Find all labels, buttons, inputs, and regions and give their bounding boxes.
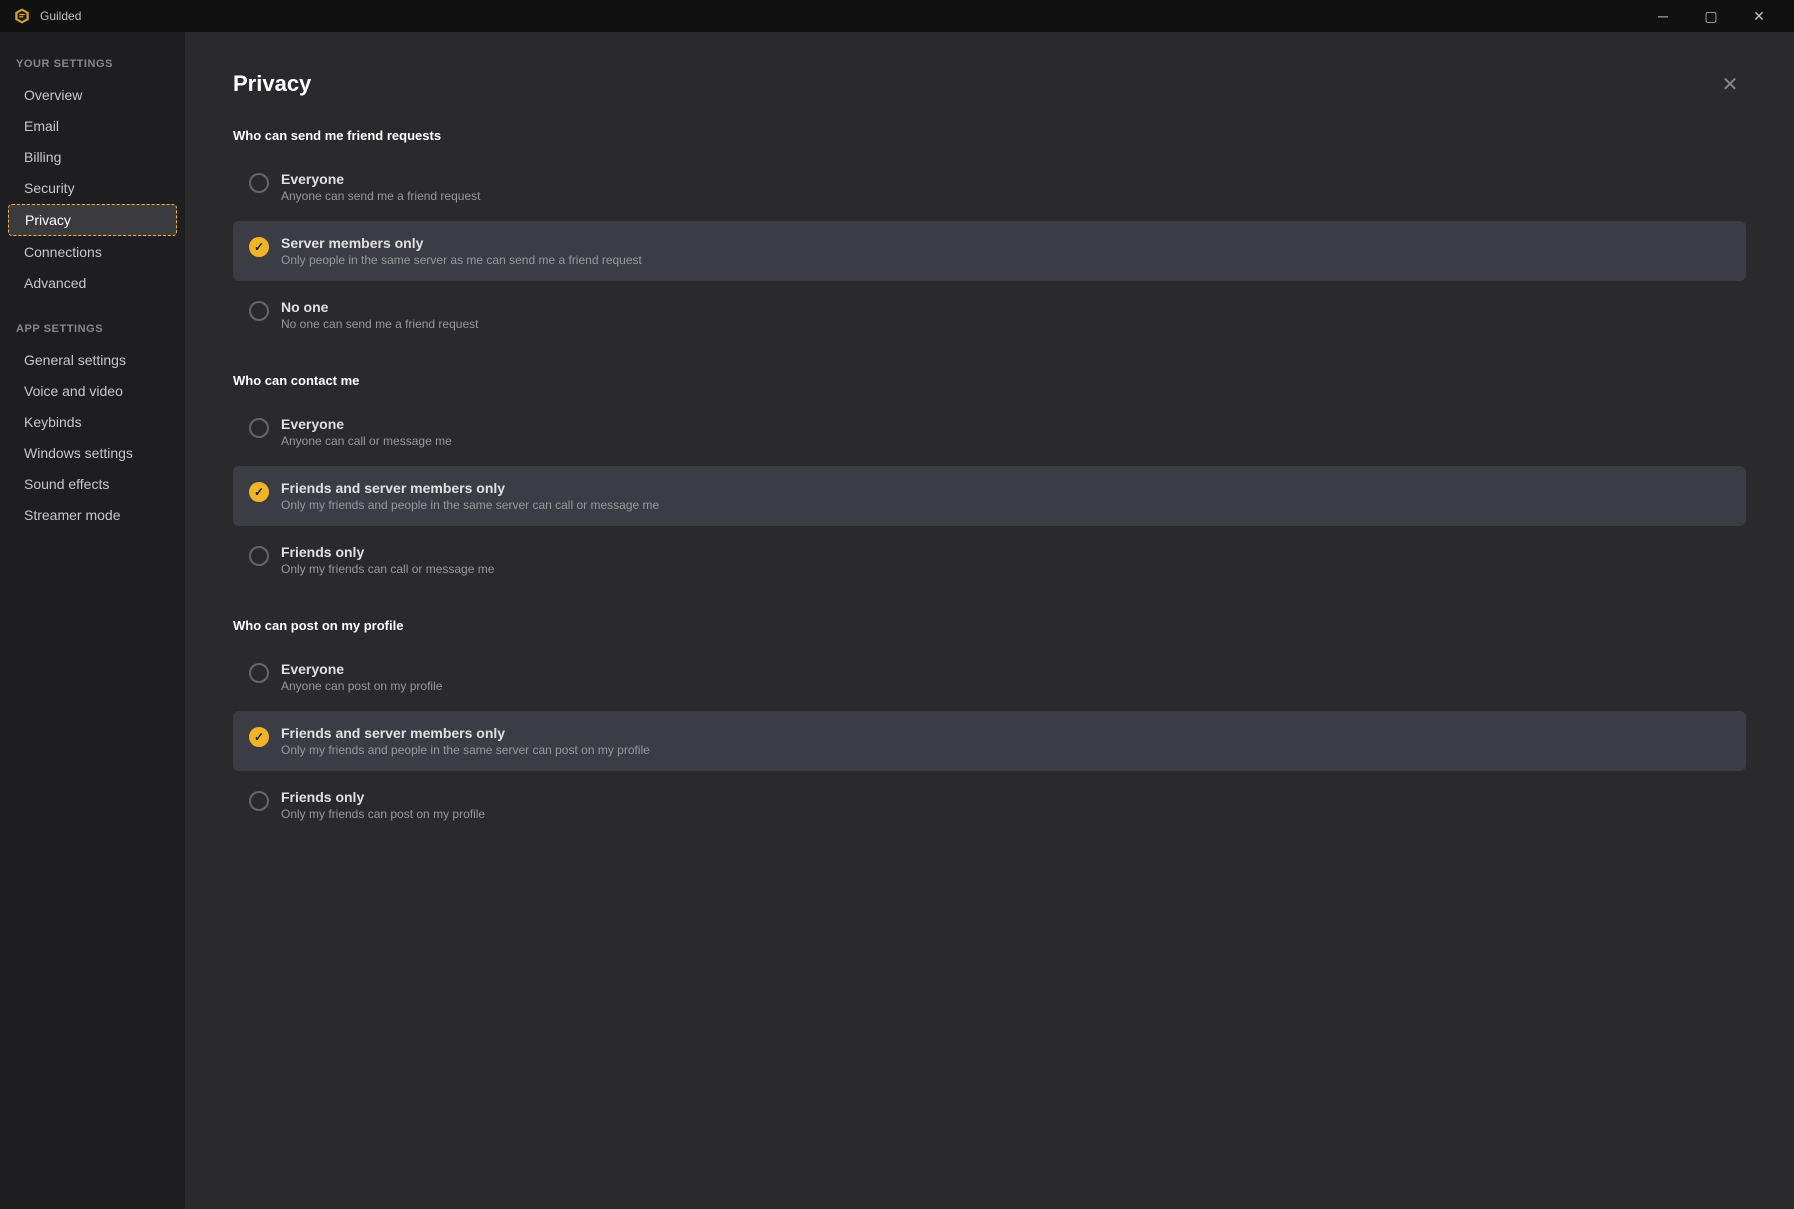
- friend-request-no-one-radio: [249, 301, 269, 321]
- option-title: Friends only: [281, 544, 494, 560]
- option-desc: Only my friends and people in the same s…: [281, 743, 650, 757]
- profile-friends-only-radio: [249, 791, 269, 811]
- sidebar: Your settings Overview Email Billing Sec…: [0, 32, 185, 1209]
- option-title: No one: [281, 299, 478, 315]
- option-desc: Only my friends can post on my profile: [281, 807, 485, 821]
- option-title: Server members only: [281, 235, 642, 251]
- option-desc: Anyone can send me a friend request: [281, 189, 480, 203]
- sidebar-item-email[interactable]: Email: [8, 111, 177, 141]
- guilded-logo-icon: [12, 6, 32, 26]
- option-title: Everyone: [281, 661, 442, 677]
- profile-everyone-radio: [249, 663, 269, 683]
- page-title: Privacy: [233, 71, 311, 97]
- sidebar-item-privacy[interactable]: Privacy: [8, 204, 177, 236]
- your-settings-label: Your settings: [0, 52, 185, 76]
- sidebar-item-streamer-mode[interactable]: Streamer mode: [8, 500, 177, 530]
- option-title: Friends and server members only: [281, 725, 650, 741]
- friend-request-everyone-option[interactable]: Everyone Anyone can send me a friend req…: [233, 157, 1746, 217]
- contact-everyone-radio: [249, 418, 269, 438]
- option-title: Friends and server members only: [281, 480, 659, 496]
- friend-requests-heading: Who can send me friend requests: [233, 128, 1746, 143]
- profile-posts-section: Who can post on my profile Everyone Anyo…: [233, 618, 1746, 835]
- friend-request-everyone-radio: [249, 173, 269, 193]
- profile-everyone-option[interactable]: Everyone Anyone can post on my profile: [233, 647, 1746, 707]
- contact-heading: Who can contact me: [233, 373, 1746, 388]
- option-desc: Only my friends can call or message me: [281, 562, 494, 576]
- contact-everyone-option[interactable]: Everyone Anyone can call or message me: [233, 402, 1746, 462]
- option-title: Everyone: [281, 416, 452, 432]
- minimize-button[interactable]: ─: [1640, 0, 1686, 32]
- sidebar-item-voice-and-video[interactable]: Voice and video: [8, 376, 177, 406]
- option-desc: Only my friends and people in the same s…: [281, 498, 659, 512]
- contact-friends-and-server-radio: ✓: [249, 482, 269, 502]
- page-close-button[interactable]: ✕: [1714, 68, 1746, 100]
- contact-friends-only-radio: [249, 546, 269, 566]
- profile-friends-and-server-radio: ✓: [249, 727, 269, 747]
- option-desc: Anyone can call or message me: [281, 434, 452, 448]
- titlebar-left: Guilded: [12, 6, 81, 26]
- friend-request-server-members-radio: ✓: [249, 237, 269, 257]
- sidebar-item-billing[interactable]: Billing: [8, 142, 177, 172]
- contact-section: Who can contact me Everyone Anyone can c…: [233, 373, 1746, 590]
- sidebar-item-security[interactable]: Security: [8, 173, 177, 203]
- app-settings-label: App settings: [0, 317, 185, 341]
- friend-requests-section: Who can send me friend requests Everyone…: [233, 128, 1746, 345]
- sidebar-item-sound-effects[interactable]: Sound effects: [8, 469, 177, 499]
- sidebar-item-connections[interactable]: Connections: [8, 237, 177, 267]
- profile-friends-only-option[interactable]: Friends only Only my friends can post on…: [233, 775, 1746, 835]
- contact-friends-only-option[interactable]: Friends only Only my friends can call or…: [233, 530, 1746, 590]
- titlebar-title: Guilded: [40, 9, 81, 23]
- main-content: Privacy ✕ Who can send me friend request…: [185, 32, 1794, 1209]
- option-desc: No one can send me a friend request: [281, 317, 478, 331]
- sidebar-item-windows-settings[interactable]: Windows settings: [8, 438, 177, 468]
- friend-request-server-members-option[interactable]: ✓ Server members only Only people in the…: [233, 221, 1746, 281]
- profile-friends-and-server-option[interactable]: ✓ Friends and server members only Only m…: [233, 711, 1746, 771]
- friend-request-no-one-option[interactable]: No one No one can send me a friend reque…: [233, 285, 1746, 345]
- sidebar-item-overview[interactable]: Overview: [8, 80, 177, 110]
- contact-friends-and-server-option[interactable]: ✓ Friends and server members only Only m…: [233, 466, 1746, 526]
- option-title: Everyone: [281, 171, 480, 187]
- maximize-button[interactable]: ▢: [1688, 0, 1734, 32]
- sidebar-item-general-settings[interactable]: General settings: [8, 345, 177, 375]
- profile-posts-heading: Who can post on my profile: [233, 618, 1746, 633]
- page-header: Privacy ✕: [233, 68, 1746, 100]
- option-title: Friends only: [281, 789, 485, 805]
- titlebar: Guilded ─ ▢ ✕: [0, 0, 1794, 32]
- sidebar-item-keybinds[interactable]: Keybinds: [8, 407, 177, 437]
- sidebar-item-advanced[interactable]: Advanced: [8, 268, 177, 298]
- titlebar-controls: ─ ▢ ✕: [1640, 0, 1782, 32]
- window-close-button[interactable]: ✕: [1736, 0, 1782, 32]
- option-desc: Anyone can post on my profile: [281, 679, 442, 693]
- option-desc: Only people in the same server as me can…: [281, 253, 642, 267]
- app-container: Your settings Overview Email Billing Sec…: [0, 32, 1794, 1209]
